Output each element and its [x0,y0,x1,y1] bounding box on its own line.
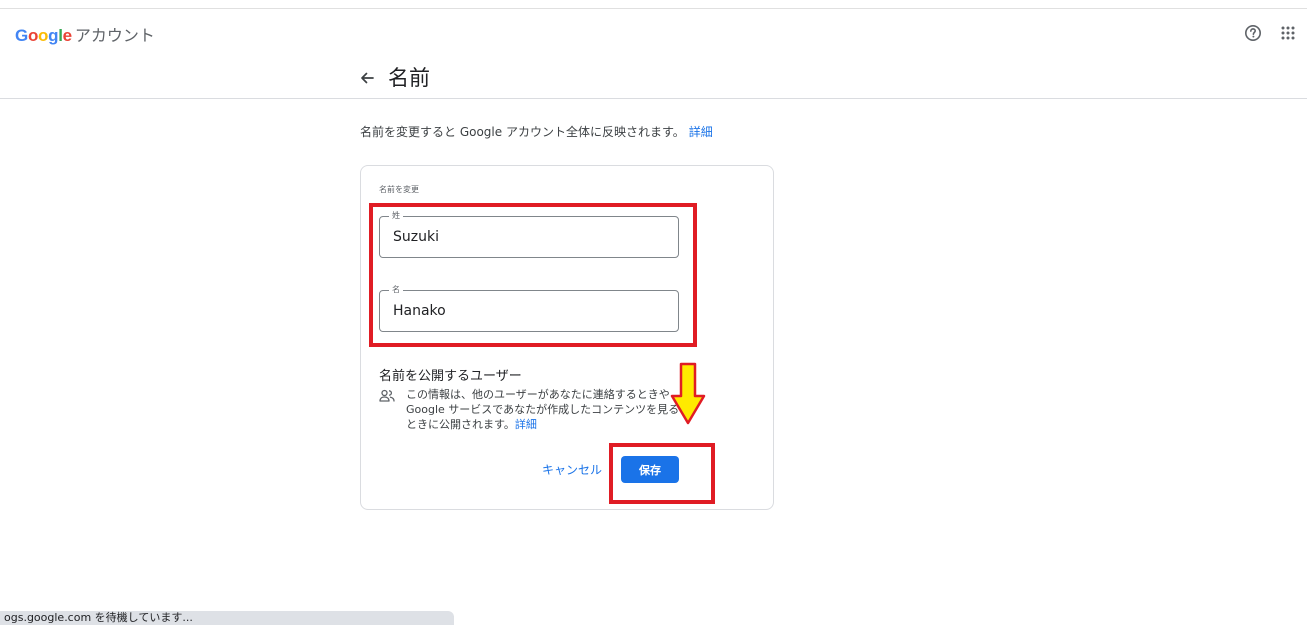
apps-grid-icon-graphic [1281,26,1295,40]
visibility-learn-more-link[interactable]: 詳細 [515,418,537,431]
back-button[interactable] [356,67,378,89]
first-name-input[interactable] [393,291,663,331]
browser-status-bar: ogs.google.com を待機しています... [0,611,454,625]
save-button[interactable]: 保存 [621,456,679,483]
page-title: 名前 [388,66,430,90]
people-icon-graphic [379,389,395,402]
card-label: 名前を変更 [379,185,419,194]
arrow-back-icon [361,72,374,84]
last-name-field: 姓 [379,211,679,258]
last-name-input[interactable] [393,217,663,257]
help-circle-icon[interactable] [1243,23,1263,43]
apps-grid-icon[interactable] [1278,23,1298,43]
product-name: アカウント [74,26,155,45]
page-description: 名前を変更すると Google アカウント全体に反映されます。 詳細 [360,123,713,140]
brand[interactable]: Google アカウント [15,22,155,46]
people-icon [379,388,395,402]
visibility-text: この情報は、他のユーザーがあなたに連絡するときや Google サービスであなた… [406,388,680,431]
first-name-field: 名 [379,285,679,332]
help-circle-icon-graphic [1245,25,1261,41]
visibility-title: 名前を公開するユーザー [379,369,522,384]
description-text: 名前を変更すると Google アカウント全体に反映されます。 [360,125,685,139]
page-header: 名前 [0,57,1307,99]
name-card: 名前を変更 姓 名 名前を公開するユーザー この情報は、他のユーザーがあなたに連… [360,165,774,510]
cancel-button[interactable]: キャンセル [537,455,607,483]
description-learn-more-link[interactable]: 詳細 [689,125,713,139]
app-header: Google アカウント [0,9,1307,57]
google-logo: Google [15,26,72,45]
visibility-description: この情報は、他のユーザーがあなたに連絡するときや Google サービスであなた… [406,387,686,432]
